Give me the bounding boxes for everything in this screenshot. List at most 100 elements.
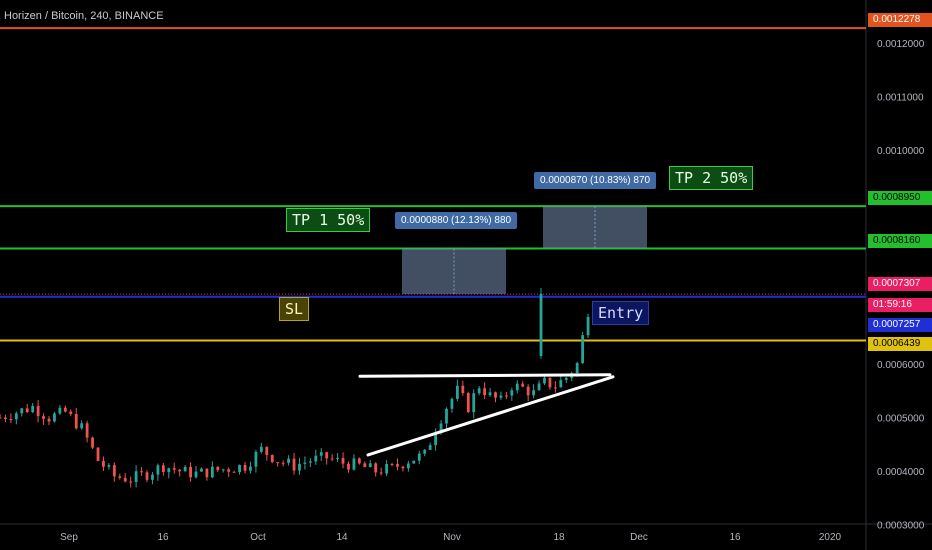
candle-body <box>178 469 182 472</box>
candle-body <box>265 446 269 455</box>
x-tick-4: Nov <box>443 532 461 543</box>
countdown-label: 01:59:16 <box>868 298 932 312</box>
candle-body <box>47 418 51 422</box>
entry-label[interactable]: Entry <box>592 301 650 325</box>
x-tick-6: Dec <box>630 532 648 543</box>
candle-body <box>368 463 372 468</box>
measure1-box <box>402 248 506 295</box>
candle-body <box>221 469 225 471</box>
candle-body <box>270 454 274 463</box>
candle-body <box>499 395 503 398</box>
candle-body <box>319 452 323 456</box>
price-label-tp2: 0.0008950 <box>868 191 932 205</box>
candle-body <box>483 388 487 396</box>
price-label-top: 0.0012278 <box>868 13 932 27</box>
candle-body <box>14 413 18 420</box>
candle-body <box>205 468 209 478</box>
candle-body <box>102 460 105 467</box>
y-tick-3: 0.0006000 <box>877 360 925 371</box>
y-tick-2: 0.0010000 <box>877 146 925 157</box>
chart-canvas[interactable]: 0.0012000 0.0011000 0.0010000 0.0006000 0.00… <box>0 0 932 550</box>
candle-body <box>243 464 247 471</box>
candle-body <box>123 477 127 482</box>
candle-body <box>36 406 40 417</box>
y-tick-4: 0.0005000 <box>877 414 925 425</box>
candle-body <box>559 379 563 388</box>
candle-body <box>539 293 543 356</box>
price-label-tp1: 0.0008160 <box>868 234 932 248</box>
candle-body <box>357 458 361 464</box>
candle-body <box>210 466 214 478</box>
candle-body <box>96 447 100 461</box>
candle-body <box>537 383 541 391</box>
candle-body <box>341 457 345 464</box>
candle-body <box>42 416 45 419</box>
candle-body <box>396 464 399 467</box>
candle-body <box>118 476 122 478</box>
candle-body <box>510 390 514 396</box>
candle-body <box>472 393 476 413</box>
candle-body <box>347 463 350 470</box>
candle-body <box>281 462 285 464</box>
x-tick-1: 16 <box>157 532 169 543</box>
candle-body <box>363 463 367 468</box>
candle-body <box>259 446 263 452</box>
candle-body <box>494 392 497 398</box>
candle-body <box>515 383 519 391</box>
candle-body <box>521 383 525 387</box>
candle-body <box>477 388 481 394</box>
candle-body <box>194 471 198 478</box>
candle-body <box>455 385 459 399</box>
candle-body <box>134 471 138 482</box>
candle-body <box>406 463 410 469</box>
tp1-label[interactable]: TP 1 50% <box>286 208 371 232</box>
candle-body <box>167 468 171 472</box>
candle-body <box>107 465 111 467</box>
candle-body <box>504 395 508 397</box>
y-tick-6: 0.0003000 <box>877 521 925 532</box>
candle-body <box>488 392 492 396</box>
candle-body <box>379 472 383 474</box>
candle-body <box>91 437 94 448</box>
sl-label[interactable]: SL <box>279 297 310 321</box>
candle-body <box>423 449 427 454</box>
tp2-label[interactable]: TP 2 50% <box>669 166 754 190</box>
candle-body <box>20 408 24 414</box>
candle-body <box>586 316 590 336</box>
candle-body <box>330 458 334 460</box>
candle-body <box>9 419 13 421</box>
candle-body <box>85 423 89 438</box>
measure1-label[interactable]: 0.0000880 (12.13%) 880 <box>395 212 518 229</box>
price-label-current: 0.0007307 <box>868 277 932 291</box>
candle-body <box>466 393 470 413</box>
candle-body <box>183 466 187 472</box>
candle-body <box>314 455 318 462</box>
y-tick-1: 0.0011000 <box>877 93 924 104</box>
candle-body <box>336 457 339 459</box>
candle-body <box>526 386 530 396</box>
x-tick-0: Sep <box>60 532 78 543</box>
x-tick-5: 18 <box>553 532 565 543</box>
candle-body <box>374 463 378 473</box>
candle-body <box>298 463 301 471</box>
candle-body <box>553 387 557 389</box>
candle-body <box>461 385 465 394</box>
x-tick-8: 2020 <box>819 532 842 543</box>
symbol-title: Horizen / Bitcoin, 240, BINANCE <box>4 10 164 22</box>
candle-body <box>412 460 416 464</box>
candle-body <box>303 462 307 464</box>
candle-body <box>140 471 143 473</box>
candle-body <box>575 363 579 374</box>
x-tick-3: 14 <box>336 532 348 543</box>
candle-body <box>445 408 448 424</box>
candle-body <box>4 417 7 420</box>
candle-body <box>325 452 329 459</box>
candle-body <box>189 466 192 478</box>
candle-body <box>249 466 252 471</box>
candle-body <box>161 465 165 472</box>
candle-body <box>227 469 231 472</box>
x-tick-7: 16 <box>729 532 741 543</box>
price-label-sl: 0.0006439 <box>868 337 932 351</box>
candle-body <box>543 377 546 384</box>
measure2-label[interactable]: 0.0000870 (10.83%) 870 <box>534 172 657 189</box>
